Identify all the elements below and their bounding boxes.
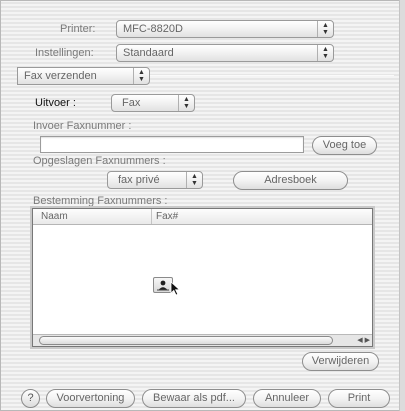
pane-value: Fax verzenden bbox=[24, 70, 97, 82]
add-button[interactable]: Voeg toe bbox=[312, 136, 377, 155]
up-down-arrows-icon: ▲ ▼ bbox=[178, 95, 194, 111]
fax-number-label: Invoer Faxnummer : bbox=[33, 120, 132, 132]
printer-value: MFC-8820D bbox=[123, 23, 183, 35]
save-pdf-button[interactable]: Bewaar als pdf... bbox=[142, 389, 246, 408]
printer-popup[interactable]: MFC-8820D ▲ ▼ bbox=[116, 20, 334, 38]
output-value: Fax bbox=[122, 97, 141, 109]
addressbook-button[interactable]: Adresboek bbox=[233, 171, 348, 190]
arrow-cursor-icon bbox=[170, 281, 181, 299]
destination-list[interactable]: Naam Fax# ◀ ▶ bbox=[32, 208, 373, 347]
column-fax[interactable]: Fax# bbox=[151, 209, 178, 224]
output-label: Uitvoer : bbox=[35, 97, 76, 109]
saved-numbers-label: Opgeslagen Faxnummers : bbox=[33, 155, 166, 167]
remove-button[interactable]: Verwijderen bbox=[302, 352, 379, 371]
up-down-arrows-icon: ▲ ▼ bbox=[133, 68, 149, 84]
settings-popup[interactable]: Standaard ▲ ▼ bbox=[116, 44, 334, 62]
up-down-arrows-icon: ▲ ▼ bbox=[317, 21, 333, 37]
pane-popup[interactable]: Fax verzenden ▲ ▼ bbox=[17, 67, 150, 85]
up-down-arrows-icon: ▲ ▼ bbox=[186, 172, 202, 188]
destination-label: Bestemming Faxnummers : bbox=[33, 195, 168, 207]
pane-separator bbox=[150, 75, 394, 76]
printer-label: Printer: bbox=[60, 23, 96, 35]
column-name[interactable]: Naam bbox=[41, 211, 68, 222]
up-down-arrows-icon: ▲ ▼ bbox=[317, 45, 333, 61]
saved-numbers-popup[interactable]: fax privé ▲ ▼ bbox=[107, 171, 203, 189]
output-popup[interactable]: Fax ▲ ▼ bbox=[111, 94, 195, 112]
saved-numbers-value: fax privé bbox=[118, 174, 160, 186]
window-edge-strip bbox=[399, 0, 405, 411]
help-button[interactable]: ? bbox=[21, 389, 40, 408]
cancel-button[interactable]: Annuleer bbox=[253, 389, 321, 408]
print-button[interactable]: Print bbox=[328, 389, 390, 408]
list-header: Naam Fax# bbox=[33, 209, 372, 225]
settings-value: Standaard bbox=[123, 47, 174, 59]
horizontal-scrollbar[interactable]: ◀ ▶ bbox=[33, 334, 372, 346]
scroll-thumb[interactable] bbox=[39, 336, 333, 345]
preview-button[interactable]: Voorvertoning bbox=[46, 389, 135, 408]
fax-number-input[interactable] bbox=[40, 136, 304, 153]
scroll-arrows-icon[interactable]: ◀ ▶ bbox=[357, 335, 370, 346]
settings-label: Instellingen: bbox=[35, 47, 94, 59]
